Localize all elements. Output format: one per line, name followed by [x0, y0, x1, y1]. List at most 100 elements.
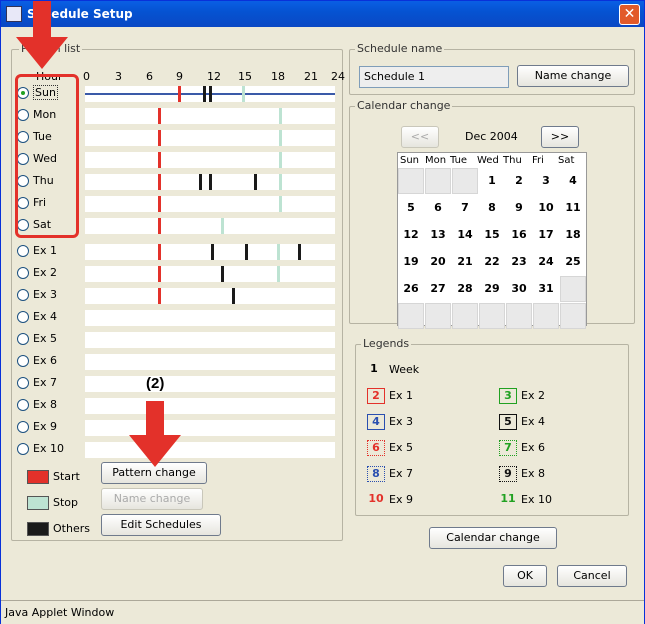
calendar-day[interactable]: 30 [506, 276, 532, 302]
pattern-timeline[interactable] [85, 266, 335, 282]
pattern-timeline[interactable] [85, 332, 335, 348]
calendar-day[interactable]: 8 [479, 195, 505, 221]
calendar-day[interactable]: 3 [533, 168, 559, 194]
calendar-day[interactable]: 17 [533, 222, 559, 248]
calendar-day[interactable] [425, 303, 451, 329]
calendar-day[interactable]: 26 [398, 276, 424, 302]
pattern-timeline[interactable] [85, 152, 335, 168]
pattern-timeline[interactable] [85, 288, 335, 304]
pattern-timeline[interactable] [85, 310, 335, 326]
pattern-timeline[interactable] [85, 218, 335, 234]
calendar-day[interactable]: 16 [506, 222, 532, 248]
pattern-radio[interactable] [17, 311, 29, 323]
calendar-day[interactable]: 28 [452, 276, 478, 302]
calendar-day[interactable]: 19 [398, 249, 424, 275]
close-icon: ✕ [623, 6, 636, 22]
calendar-day[interactable]: 5 [398, 195, 424, 221]
calendar-day[interactable]: 12 [398, 222, 424, 248]
calendar-day[interactable]: 21 [452, 249, 478, 275]
pattern-label: Ex 7 [33, 376, 57, 389]
calendar-day[interactable] [452, 168, 478, 194]
calendar-day[interactable]: 11 [560, 195, 586, 221]
pattern-timeline[interactable] [85, 376, 335, 392]
stop-mark [277, 266, 280, 282]
calendar-day[interactable] [425, 168, 451, 194]
calendar-day[interactable] [398, 303, 424, 329]
calendar-day[interactable]: 29 [479, 276, 505, 302]
next-month-button[interactable]: >> [541, 126, 579, 148]
calendar-day[interactable] [560, 303, 586, 329]
stop-mark [279, 108, 282, 124]
pattern-timeline[interactable] [85, 398, 335, 414]
calendar-day[interactable]: 20 [425, 249, 451, 275]
pattern-row-ex6[interactable]: Ex 6 [17, 351, 337, 372]
pattern-radio[interactable] [17, 267, 29, 279]
calendar-day[interactable]: 22 [479, 249, 505, 275]
calendar-change-button[interactable]: Calendar change [429, 527, 557, 549]
calendar-day[interactable]: 18 [560, 222, 586, 248]
pattern-row-ex7[interactable]: Ex 7 [17, 373, 337, 394]
pattern-radio[interactable] [17, 421, 29, 433]
calendar-day[interactable]: 24 [533, 249, 559, 275]
pattern-timeline[interactable] [85, 442, 335, 458]
calendar-day[interactable] [452, 303, 478, 329]
pattern-timeline[interactable] [85, 196, 335, 212]
pattern-radio[interactable] [17, 399, 29, 411]
pattern-radio[interactable] [17, 333, 29, 345]
schedule-name-field[interactable]: Schedule 1 [359, 66, 509, 88]
pattern-radio[interactable] [17, 377, 29, 389]
calendar-day[interactable] [533, 303, 559, 329]
pattern-row-ex1[interactable]: Ex 1 [17, 241, 337, 262]
ok-button[interactable]: OK [503, 565, 547, 587]
cancel-button[interactable]: Cancel [557, 565, 627, 587]
stop-mark [242, 86, 245, 102]
close-button[interactable]: ✕ [619, 4, 640, 25]
calendar-day[interactable]: 31 [533, 276, 559, 302]
pattern-row-ex3[interactable]: Ex 3 [17, 285, 337, 306]
app-icon [6, 6, 22, 22]
pattern-timeline[interactable] [85, 354, 335, 370]
calendar-day[interactable]: 10 [533, 195, 559, 221]
calendar-day[interactable]: 4 [560, 168, 586, 194]
title-bar[interactable]: Schedule Setup ✕ [1, 1, 644, 27]
calendar-day[interactable]: 1 [479, 168, 505, 194]
calendar-day[interactable]: 15 [479, 222, 505, 248]
calendar-day[interactable]: 23 [506, 249, 532, 275]
pattern-timeline[interactable] [85, 174, 335, 190]
pattern-timeline[interactable] [85, 108, 335, 124]
stop-mark [279, 174, 282, 190]
pattern-timeline[interactable] [85, 86, 335, 102]
pattern-radio[interactable] [17, 289, 29, 301]
calendar-day[interactable]: 25 [560, 249, 586, 275]
pattern-name-change-button[interactable]: Name change [101, 488, 203, 510]
pattern-row-ex8[interactable]: Ex 8 [17, 395, 337, 416]
calendar-day[interactable]: 7 [452, 195, 478, 221]
calendar-day[interactable]: 2 [506, 168, 532, 194]
pattern-radio[interactable] [17, 245, 29, 257]
calendar-day[interactable] [560, 276, 586, 302]
calendar-day[interactable] [479, 303, 505, 329]
pattern-radio[interactable] [17, 443, 29, 455]
pattern-row-ex5[interactable]: Ex 5 [17, 329, 337, 350]
calendar-day[interactable] [398, 168, 424, 194]
calendar-day[interactable]: 27 [425, 276, 451, 302]
calendar-day[interactable]: 14 [452, 222, 478, 248]
calendar-day[interactable] [506, 303, 532, 329]
calendar-day[interactable]: 9 [506, 195, 532, 221]
week-legend-label: Week [389, 363, 420, 376]
edit-schedules-button[interactable]: Edit Schedules [101, 514, 221, 536]
pattern-radio[interactable] [17, 355, 29, 367]
legend-label: Ex 4 [521, 415, 545, 428]
calendar-day[interactable]: 13 [425, 222, 451, 248]
pattern-row-ex4[interactable]: Ex 4 [17, 307, 337, 328]
prev-month-button[interactable]: << [401, 126, 439, 148]
others-mark [199, 174, 202, 190]
pattern-timeline[interactable] [85, 130, 335, 146]
legend-number: 7 [499, 440, 517, 456]
hour-tick-label: 6 [146, 70, 153, 83]
schedule-name-change-button[interactable]: Name change [517, 65, 629, 87]
pattern-row-ex2[interactable]: Ex 2 [17, 263, 337, 284]
calendar-day[interactable]: 6 [425, 195, 451, 221]
pattern-timeline[interactable] [85, 420, 335, 436]
pattern-timeline[interactable] [85, 244, 335, 260]
